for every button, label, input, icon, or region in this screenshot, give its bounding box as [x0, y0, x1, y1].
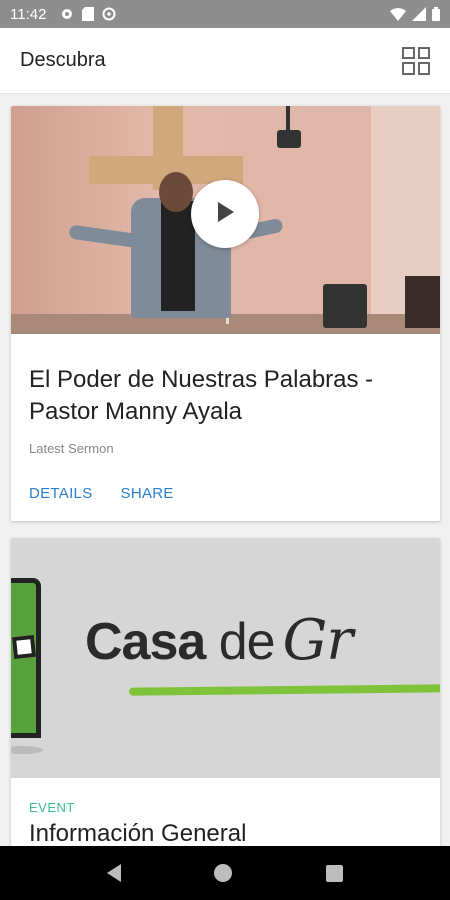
house-logo-shadow [11, 746, 43, 754]
stage-equipment [405, 276, 440, 328]
status-time: 11:42 [10, 5, 47, 23]
logo-word-casa: Casa [85, 613, 206, 671]
card-actions: DETAILS SHARE [29, 485, 174, 502]
preacher-shirt [161, 201, 195, 311]
projector-mount [286, 106, 290, 132]
gear-icon [60, 7, 74, 21]
recents-icon[interactable] [326, 864, 344, 882]
event-card[interactable]: Casa de Gr EVENT Información General [11, 538, 440, 846]
mic-stand [226, 244, 260, 324]
discover-feed[interactable]: El Poder de Nuestras Palabras - Pastor M… [0, 94, 450, 846]
status-system-icons [390, 7, 440, 21]
wifi-icon [390, 7, 406, 21]
back-icon[interactable] [106, 864, 121, 882]
sermon-subtitle: Latest Sermon [29, 441, 114, 456]
status-bar: 11:42 [0, 0, 450, 28]
share-button[interactable]: SHARE [121, 485, 174, 502]
details-button[interactable]: DETAILS [29, 485, 93, 502]
sermon-video-thumbnail[interactable] [11, 106, 440, 334]
event-title: Información General [29, 820, 247, 846]
signal-icon [412, 7, 426, 21]
preacher-head [159, 172, 193, 212]
sermon-card[interactable]: El Poder de Nuestras Palabras - Pastor M… [11, 106, 440, 521]
grid-cell [402, 46, 415, 59]
status-notification-icons [60, 7, 116, 21]
event-image[interactable]: Casa de Gr [11, 538, 440, 778]
projector [277, 130, 301, 148]
logo-word-script: Gr [282, 608, 354, 673]
grid-cell [417, 46, 430, 59]
sermon-title: El Poder de Nuestras Palabras - Pastor M… [29, 366, 374, 425]
grid-view-icon[interactable] [402, 46, 430, 75]
app-bar: Descubra [0, 28, 450, 94]
casa-de-gracia-logo: Casa de Gr [85, 608, 354, 673]
data-saver-icon [102, 7, 116, 21]
sd-card-icon [82, 7, 95, 21]
logo-green-underline [128, 684, 440, 696]
page-title: Descubra [20, 49, 106, 71]
speaker-box [323, 284, 367, 328]
play-icon [215, 201, 235, 228]
event-label: EVENT [29, 800, 75, 815]
grid-cell [402, 62, 415, 75]
logo-word-de: de [218, 613, 276, 671]
house-logo-window [11, 634, 37, 660]
grid-cell [417, 62, 430, 75]
home-icon[interactable] [214, 864, 233, 882]
play-button[interactable] [191, 180, 259, 248]
system-navigation-bar [0, 846, 450, 900]
battery-icon [432, 7, 440, 21]
